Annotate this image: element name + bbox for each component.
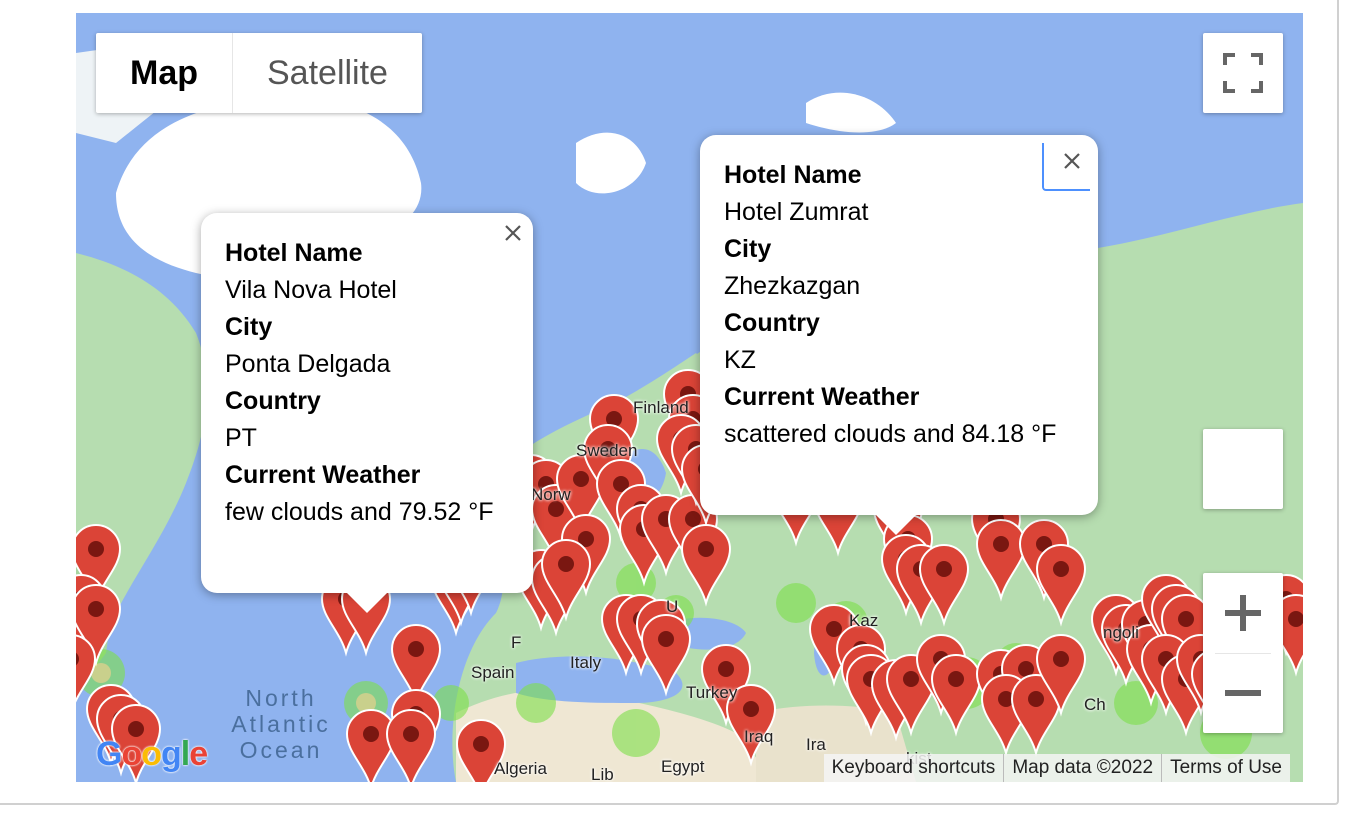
- google-logo-letter: o: [141, 735, 162, 773]
- google-logo-letter: G: [96, 735, 122, 773]
- info-window: Hotel Name Vila Nova Hotel City Ponta De…: [201, 213, 533, 613]
- map-type-satellite-button[interactable]: Satellite: [233, 33, 422, 113]
- info-window-content: Hotel Name Vila Nova Hotel City Ponta De…: [225, 235, 494, 531]
- google-logo-letter: e: [189, 735, 208, 773]
- street-view-button[interactable]: [1203, 429, 1283, 509]
- current-weather-label: Current Weather: [225, 461, 421, 489]
- info-window-content: Hotel Name Hotel Zumrat City Zhezkazgan …: [724, 157, 1056, 453]
- current-weather-label: Current Weather: [724, 383, 920, 411]
- map-footer: Keyboard shortcuts Map data ©2022 Terms …: [823, 754, 1290, 782]
- label-iraq: Iraq: [744, 727, 774, 746]
- label-mongolia: ngoli: [1103, 623, 1139, 642]
- hotel-name-value: Vila Nova Hotel: [225, 276, 397, 304]
- label-sweden: Sweden: [576, 441, 638, 460]
- fullscreen-button[interactable]: [1203, 33, 1283, 113]
- current-weather-value: few clouds and 79.52 °F: [225, 498, 494, 526]
- label-north-atlantic-ocean: North Atlantic Ocean: [231, 685, 331, 763]
- label-france: F: [511, 633, 522, 652]
- country-label: Country: [724, 309, 820, 337]
- label-ukraine: U: [666, 597, 679, 616]
- minus-icon: [1225, 690, 1261, 696]
- zoom-out-button[interactable]: [1203, 653, 1283, 733]
- map-marker-pin[interactable]: [385, 709, 437, 782]
- map-marker-pin[interactable]: [1035, 544, 1087, 627]
- hotel-name-label: Hotel Name: [724, 161, 862, 189]
- google-logo[interactable]: Google: [96, 735, 208, 774]
- google-logo-letter: o: [121, 735, 142, 773]
- label-libya: Lib: [591, 765, 614, 782]
- label-spain: Spain: [471, 663, 515, 682]
- map-marker-pin[interactable]: [345, 709, 397, 782]
- label-iran: Ira: [806, 735, 826, 754]
- map-data-text: Map data ©2022: [1003, 754, 1161, 782]
- label-egypt: Egypt: [661, 757, 705, 776]
- city-label: City: [225, 313, 273, 341]
- map-marker-pin[interactable]: [680, 524, 732, 607]
- country-value: PT: [225, 424, 257, 452]
- country-value: KZ: [724, 346, 756, 374]
- city-label: City: [724, 235, 772, 263]
- label-italy: Italy: [570, 653, 602, 672]
- close-icon: [1064, 153, 1080, 169]
- map-canvas[interactable]: Finland Sweden Norw Spain F Italy U Turk…: [76, 13, 1303, 782]
- terms-of-use-link[interactable]: Terms of Use: [1161, 754, 1290, 782]
- country-label: Country: [225, 387, 321, 415]
- zoom-control: [1203, 573, 1283, 733]
- fullscreen-icon: [1223, 53, 1263, 93]
- close-info-window-button[interactable]: [1042, 143, 1090, 191]
- city-value: Zhezkazgan: [724, 272, 861, 300]
- label-kazakhstan: Kaz: [849, 611, 879, 630]
- map-type-control: Map Satellite: [96, 33, 422, 113]
- google-logo-letter: l: [180, 735, 191, 773]
- zoom-in-button[interactable]: [1203, 573, 1283, 653]
- google-logo-letter: g: [161, 735, 182, 773]
- label-algeria: Algeria: [494, 759, 547, 778]
- hotel-name-label: Hotel Name: [225, 239, 363, 267]
- hotel-name-value: Hotel Zumrat: [724, 198, 869, 226]
- label-turkey: Turkey: [686, 683, 738, 702]
- map-marker-pin[interactable]: [640, 614, 692, 697]
- map-type-map-button[interactable]: Map: [96, 33, 233, 113]
- map-marker-pin[interactable]: [918, 544, 970, 627]
- close-info-window-button[interactable]: [501, 221, 525, 245]
- current-weather-value: scattered clouds and 84.18 °F: [724, 420, 1057, 448]
- info-window-tail: [876, 515, 916, 535]
- info-window-tail: [347, 593, 387, 613]
- label-norway: Norw: [531, 485, 571, 504]
- map-marker-pin[interactable]: [930, 654, 982, 737]
- keyboard-shortcuts-link[interactable]: Keyboard shortcuts: [824, 754, 1004, 782]
- plus-icon: [1225, 595, 1261, 631]
- info-window: Hotel Name Hotel Zumrat City Zhezkazgan …: [700, 135, 1098, 535]
- city-value: Ponta Delgada: [225, 350, 391, 378]
- close-icon: [505, 225, 521, 241]
- map-marker-pin[interactable]: [975, 519, 1027, 602]
- label-china: Ch: [1084, 695, 1106, 714]
- label-finland: Finland: [633, 398, 689, 417]
